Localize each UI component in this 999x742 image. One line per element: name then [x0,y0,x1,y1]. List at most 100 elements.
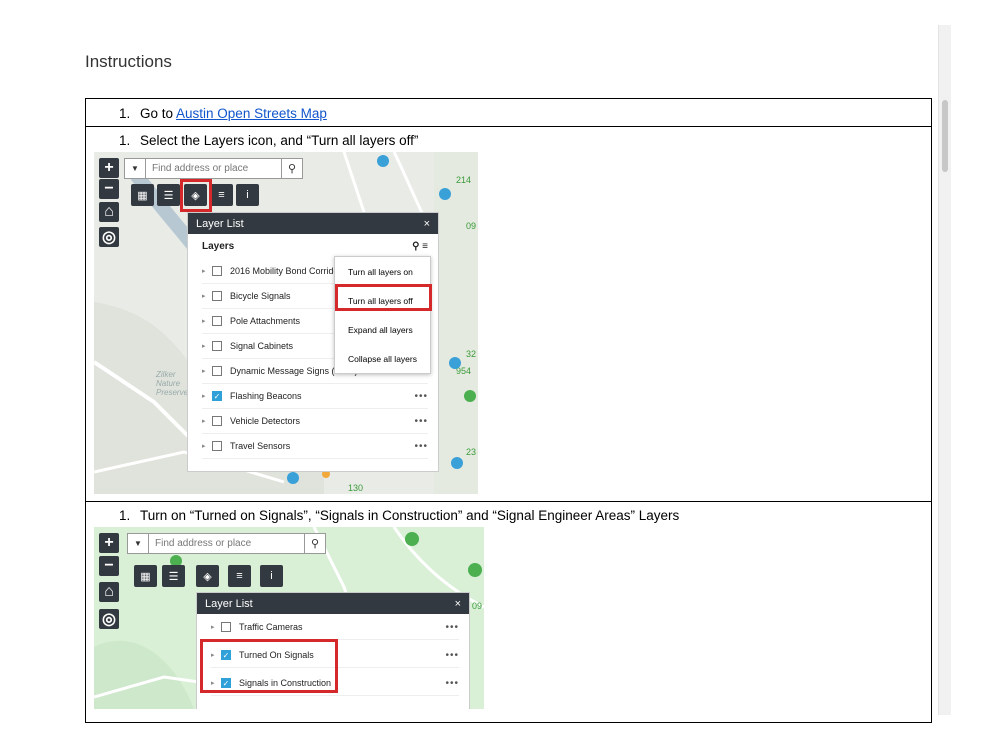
austin-open-streets-map-link[interactable]: Austin Open Streets Map [176,106,327,121]
layer-checkbox[interactable] [221,622,231,632]
page-title: Instructions [85,52,172,71]
table-row: 1. Go to Austin Open Streets Map [85,98,932,127]
expand-arrow-icon[interactable]: ▸ [211,623,221,631]
search-input[interactable]: Find address or place [149,538,304,549]
map-screenshot-layers-on: 09 + − ⌂ ◎ ▼ Find address or place ⚲ ▦ ☰… [94,527,484,709]
map-label-zilker: Zilker Nature Preserve [156,370,189,397]
panel-header: Layer List × [188,213,438,234]
info-icon[interactable]: i [260,565,283,587]
search-box[interactable]: ▼ Find address or place ⚲ [127,533,326,554]
locate-button[interactable]: ◎ [99,609,119,629]
search-box[interactable]: ▼ Find address or place ⚲ [124,158,303,179]
step-3: 1. Turn on “Turned on Signals”, “Signals … [86,502,931,524]
signal-marker[interactable] [451,457,463,469]
map-screenshot-layers-off: Zilker Nature Preserve 214 09 32 954 23 … [94,152,478,494]
expand-arrow-icon[interactable]: ▸ [202,292,212,300]
step-text: Turn on “Turned on Signals”, “Signals in… [140,508,680,523]
layer-checkbox[interactable] [212,366,222,376]
step-cell: 1. Turn on “Turned on Signals”, “Signals … [85,501,932,723]
zoom-in-button[interactable]: + [99,533,119,553]
layer-row[interactable]: ▸ Traffic Cameras ••• [211,615,459,640]
menu-item-turn-all-on[interactable]: Turn all layers on [335,257,430,286]
layer-checkbox[interactable] [212,291,222,301]
layers-heading: Layers [202,240,235,252]
table-row: 1. Turn on “Turned on Signals”, “Signals … [85,501,932,723]
panel-title: Layer List [205,597,253,610]
more-options-icon[interactable]: ••• [414,441,428,452]
menu-item-expand-all[interactable]: Expand all layers [335,315,430,344]
layer-row[interactable]: ▸ Vehicle Detectors ••• [202,409,428,434]
step-number: 1. [119,106,131,121]
signal-marker[interactable] [464,390,476,402]
step-text: Select the Layers icon, and “Turn all la… [140,133,419,148]
layer-label: Travel Sensors [230,441,291,451]
locate-button[interactable]: ◎ [99,227,119,247]
more-options-icon[interactable]: ••• [445,678,459,689]
expand-arrow-icon[interactable]: ▸ [202,417,212,425]
layer-row[interactable]: ▸ ✓ Flashing Beacons ••• [202,384,428,409]
expand-arrow-icon[interactable]: ▸ [202,342,212,350]
info-icon[interactable]: i [236,184,259,206]
dropdown-icon[interactable]: ▼ [125,159,146,178]
home-button[interactable]: ⌂ [99,202,119,222]
layers-icon[interactable]: ◈ [196,565,219,587]
menu-item-collapse-all[interactable]: Collapse all layers [335,344,430,373]
filter-menu-icon[interactable]: ⚲ ≡ [412,241,428,252]
layer-row[interactable]: ▸ Travel Sensors ••• [202,434,428,459]
signal-marker[interactable] [377,155,389,167]
search-icon[interactable]: ⚲ [304,534,325,553]
highlight-checked-layers [200,639,338,693]
zoom-out-button[interactable]: − [99,179,119,199]
step-2: 1. Select the Layers icon, and “Turn all … [86,127,931,149]
layer-label: Traffic Cameras [239,622,303,632]
close-icon[interactable]: × [455,598,461,610]
vertical-scrollbar[interactable] [938,25,951,715]
more-options-icon[interactable]: ••• [414,391,428,402]
zoom-in-button[interactable]: + [99,158,119,178]
highlight-turn-all-off [335,284,432,311]
signal-marker[interactable] [468,563,482,577]
legend-icon[interactable]: ≡ [210,184,233,206]
step-1: 1. Go to Austin Open Streets Map [86,99,931,122]
basemap-icon[interactable]: ▦ [131,184,154,206]
scrollbar-thumb[interactable] [942,100,948,172]
signal-marker[interactable] [449,357,461,369]
layers-options-menu: Turn all layers on Turn all layers off E… [334,256,431,374]
zoom-out-button[interactable]: − [99,556,119,576]
expand-arrow-icon[interactable]: ▸ [202,392,212,400]
home-button[interactable]: ⌂ [99,582,119,602]
dropdown-icon[interactable]: ▼ [128,534,149,553]
layer-label: Vehicle Detectors [230,416,301,426]
map-route-label: 09 [466,221,477,231]
map-route-label: 23 [466,447,477,457]
expand-arrow-icon[interactable]: ▸ [202,317,212,325]
search-icon[interactable]: ⚲ [281,159,302,178]
legend-icon[interactable]: ≡ [228,565,251,587]
search-input[interactable]: Find address or place [146,163,281,174]
step-number: 1. [119,508,131,523]
layer-checkbox[interactable]: ✓ [212,391,222,401]
step-cell: 1. Select the Layers icon, and “Turn all … [85,126,932,502]
highlight-layers-icon [180,179,212,212]
basemap-icon[interactable]: ▦ [134,565,157,587]
layer-checkbox[interactable] [212,341,222,351]
panel-header: Layer List × [197,593,469,614]
expand-arrow-icon[interactable]: ▸ [202,267,212,275]
layer-label: Flashing Beacons [230,391,302,401]
layer-checkbox[interactable] [212,441,222,451]
layer-checkbox[interactable] [212,316,222,326]
close-icon[interactable]: × [424,218,430,230]
table-icon[interactable]: ☰ [162,565,185,587]
more-options-icon[interactable]: ••• [445,650,459,661]
layer-checkbox[interactable] [212,416,222,426]
expand-arrow-icon[interactable]: ▸ [202,367,212,375]
signal-marker[interactable] [287,472,299,484]
map-route-label: 214 [456,175,472,185]
layer-checkbox[interactable] [212,266,222,276]
expand-arrow-icon[interactable]: ▸ [202,442,212,450]
more-options-icon[interactable]: ••• [445,622,459,633]
more-options-icon[interactable]: ••• [414,416,428,427]
signal-marker[interactable] [405,532,419,546]
table-icon[interactable]: ☰ [157,184,180,206]
signal-marker[interactable] [439,188,451,200]
